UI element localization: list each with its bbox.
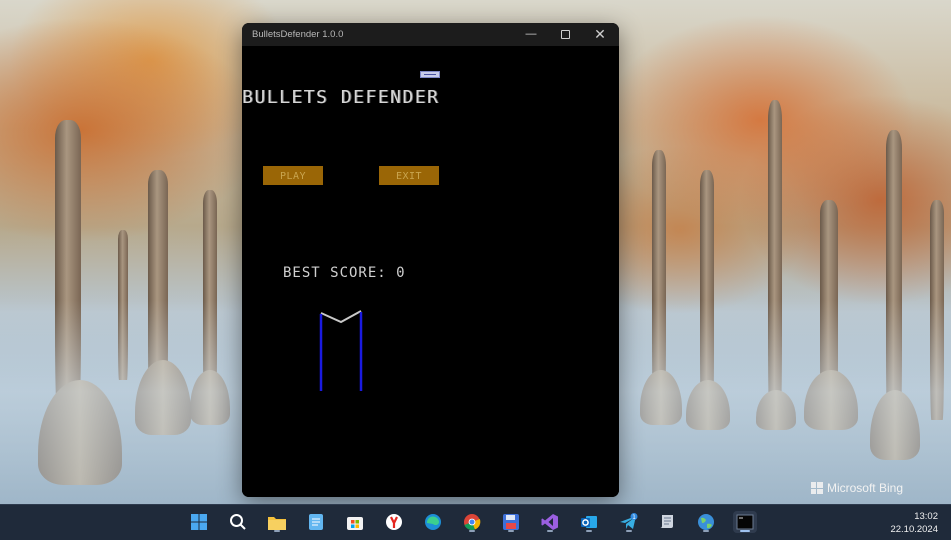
terminal-icon xyxy=(736,514,754,530)
file-explorer-button[interactable] xyxy=(265,511,289,533)
best-score-label: BEST SCORE: 0 xyxy=(283,265,406,281)
player-paddle xyxy=(420,71,440,78)
active-indicator xyxy=(740,530,750,532)
title-bar[interactable]: BulletsDefender 1.0.0 — ✕ xyxy=(242,23,619,46)
file-explorer-icon xyxy=(268,517,286,530)
telegram-button[interactable]: 1 xyxy=(617,511,641,533)
outlook-button[interactable] xyxy=(577,511,601,533)
running-indicator xyxy=(274,530,280,532)
bullets-defender-taskbar-button[interactable] xyxy=(733,511,757,533)
defender-sprite xyxy=(319,310,363,391)
notepad-icon xyxy=(309,514,323,530)
globe-app-icon xyxy=(698,514,714,530)
game-title: BULLETS DEFENDER xyxy=(242,87,440,108)
game-canvas[interactable]: BULLETS DEFENDER PLAY EXIT BEST SCORE: 0 xyxy=(242,46,619,497)
chrome-button[interactable] xyxy=(460,511,484,533)
windows-logo-icon xyxy=(810,482,823,494)
clock-date: 22.10.2024 xyxy=(890,524,938,535)
running-indicator xyxy=(469,530,475,532)
app-window[interactable]: BulletsDefender 1.0.0 — ✕ BULLETS DEFEND… xyxy=(242,23,619,497)
defender-roof xyxy=(320,310,362,324)
telegram-badge-count: 1 xyxy=(632,514,636,521)
yandex-browser-icon xyxy=(386,514,402,530)
chrome-icon xyxy=(464,514,481,531)
start-icon xyxy=(191,514,207,530)
running-indicator xyxy=(547,530,553,532)
bing-watermark-text: Microsoft Bing xyxy=(826,481,903,495)
floppy-app-button[interactable] xyxy=(499,511,523,533)
microsoft-bing-watermark: Microsoft Bing xyxy=(810,481,903,495)
telegram-icon: 1 xyxy=(620,513,638,529)
close-button[interactable]: ✕ xyxy=(583,23,617,46)
running-indicator xyxy=(626,530,632,532)
search-button[interactable] xyxy=(226,511,250,533)
taskbar: 1 13:02 22.10.2024 xyxy=(0,504,951,540)
system-clock[interactable]: 13:02 22.10.2024 xyxy=(890,510,938,536)
visual-studio-button[interactable] xyxy=(538,511,562,533)
minimize-icon: — xyxy=(525,28,537,40)
search-icon xyxy=(230,514,246,530)
script-app-button[interactable] xyxy=(655,511,679,533)
microsoft-store-button[interactable] xyxy=(343,511,367,533)
edge-button[interactable] xyxy=(421,511,445,533)
exit-button[interactable]: EXIT xyxy=(379,166,439,185)
microsoft-store-icon xyxy=(347,517,363,530)
notepad-button[interactable] xyxy=(304,511,328,533)
start-button[interactable] xyxy=(187,511,211,533)
yandex-browser-button[interactable] xyxy=(382,511,406,533)
window-title: BulletsDefender 1.0.0 xyxy=(252,29,344,40)
maximize-button[interactable] xyxy=(548,23,582,46)
script-scroll-icon xyxy=(660,515,673,528)
running-indicator xyxy=(508,530,514,532)
maximize-icon xyxy=(560,29,570,39)
clock-time: 13:02 xyxy=(914,511,938,522)
close-icon: ✕ xyxy=(594,26,606,42)
play-button[interactable]: PLAY xyxy=(263,166,323,185)
edge-icon xyxy=(425,514,441,530)
minimize-button[interactable]: — xyxy=(514,23,548,46)
running-indicator xyxy=(703,530,709,532)
globe-app-button[interactable] xyxy=(694,511,718,533)
floppy-save-icon xyxy=(503,514,519,530)
visual-studio-icon xyxy=(541,514,558,530)
running-indicator xyxy=(586,530,592,532)
outlook-icon xyxy=(581,516,597,528)
